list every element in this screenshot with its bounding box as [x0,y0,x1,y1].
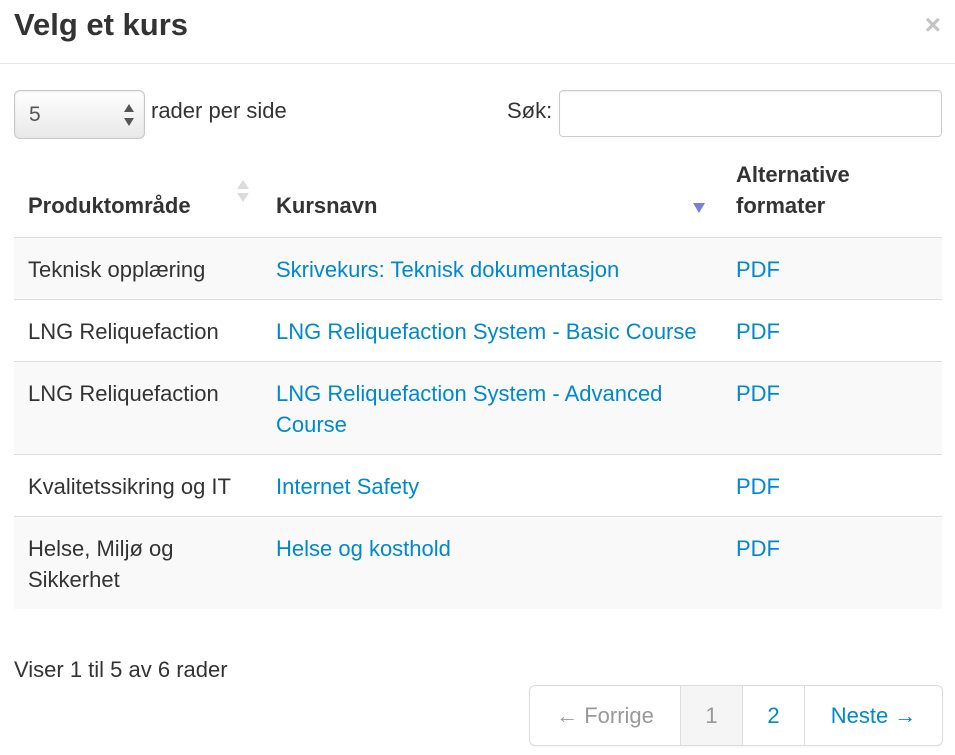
table-row: Teknisk opplæring Skrivekurs: Teknisk do… [14,236,942,299]
course-link[interactable]: LNG Reliquefaction System - Basic Course [276,319,697,344]
pdf-link[interactable]: PDF [736,257,780,282]
search-input[interactable] [559,90,942,137]
pdf-link[interactable]: PDF [736,319,780,344]
close-icon[interactable]: × [925,11,941,39]
sort-desc-icon [692,191,706,222]
rows-per-page-label: rader per side [151,98,287,123]
table-info: Viser 1 til 5 av 6 rader [14,657,228,682]
cell-produktomrade: LNG Reliquefaction [14,360,262,454]
page-button-2[interactable]: 2 [742,686,804,745]
column-header-label: Alternative formater [736,161,850,218]
pdf-link[interactable]: PDF [736,474,780,499]
course-link[interactable]: Skrivekurs: Teknisk dokumentasjon [276,257,619,282]
table-row: Kvalitetssikring og IT Internet Safety P… [14,453,942,516]
page-button-1[interactable]: 1 [680,686,742,745]
sort-both-icon [236,179,250,213]
course-link[interactable]: LNG Reliquefaction System - Advanced Cou… [276,381,662,437]
column-header-kursnavn[interactable]: Kursnavn [262,155,722,238]
course-link[interactable]: Helse og kosthold [276,536,451,561]
course-table: Produktområde Kursnavn Alternative forma… [14,155,942,609]
select-arrows-icon [124,102,134,128]
dialog-title: Velg et kurs [14,7,189,42]
search-label: Søk: [507,98,553,123]
modal-header: Velg et kurs × [0,0,955,64]
table-row: LNG Reliquefaction LNG Reliquefaction Sy… [14,360,942,454]
pdf-link[interactable]: PDF [736,381,780,406]
next-page-button[interactable]: Neste → [804,686,942,745]
column-header-label: Produktområde [28,192,191,218]
cell-produktomrade: Helse, Miljø og Sikkerhet [14,515,262,609]
rows-per-page-select[interactable]: 5 [14,90,145,139]
cell-produktomrade: Kvalitetssikring og IT [14,453,262,516]
table-row: Helse, Miljø og Sikkerhet Helse og kosth… [14,515,942,609]
previous-page-button[interactable]: ← Forrige [530,686,680,745]
column-header-label: Kursnavn [276,192,378,218]
pdf-link[interactable]: PDF [736,536,780,561]
table-row: LNG Reliquefaction LNG Reliquefaction Sy… [14,298,942,361]
column-header-alternative-formater: Alternative formater [722,155,942,238]
column-header-produktomrade[interactable]: Produktområde [14,155,262,238]
table-header-row: Produktområde Kursnavn Alternative forma… [14,155,942,238]
pagination: ← Forrige 1 2 Neste → [529,685,943,746]
cell-produktomrade: Teknisk opplæring [14,236,262,299]
rows-per-page-value: 5 [29,103,41,126]
course-link[interactable]: Internet Safety [276,474,419,499]
cell-produktomrade: LNG Reliquefaction [14,298,262,361]
